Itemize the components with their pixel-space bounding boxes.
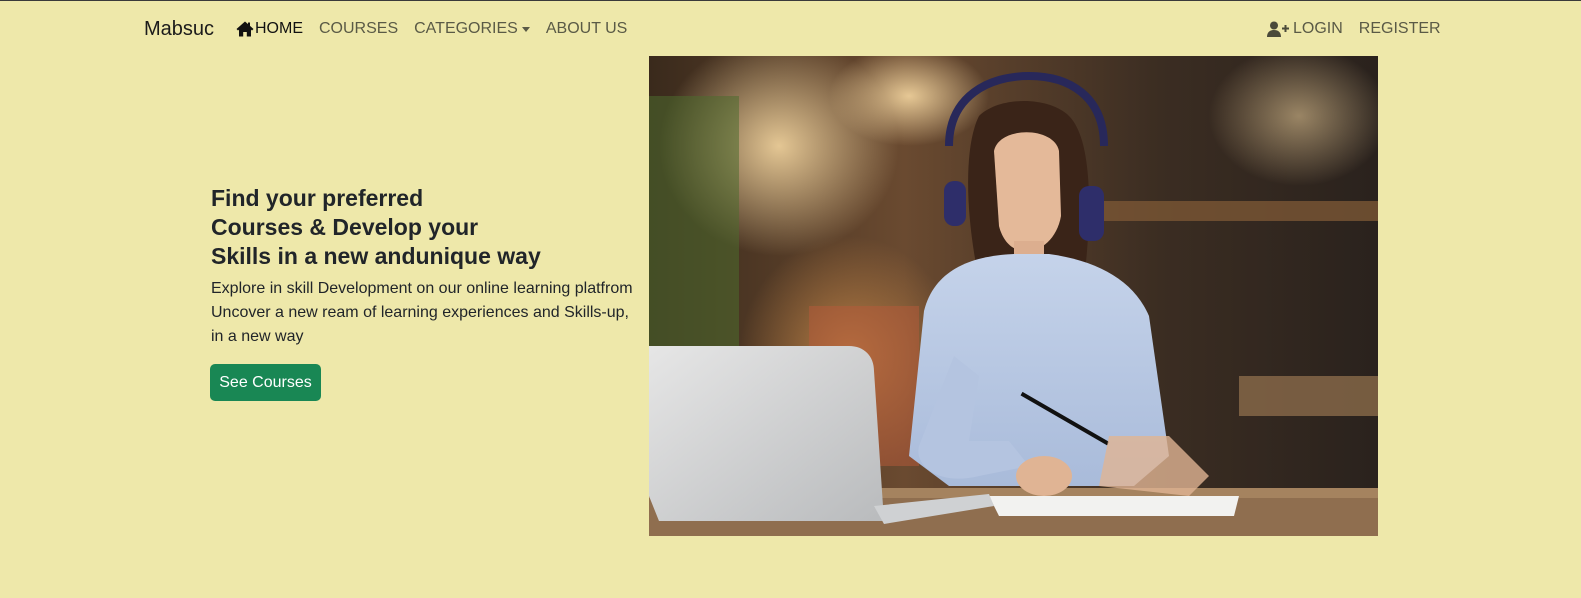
nav-register[interactable]: REGISTER <box>1359 20 1441 38</box>
hero-content: Find your preferred Courses & Develop yo… <box>211 184 641 349</box>
hero-headline-line-3: Skills in a new andunique way <box>211 243 541 269</box>
hero-image <box>649 56 1378 536</box>
caret-down-icon <box>521 26 530 32</box>
see-courses-button[interactable]: See Courses <box>210 364 321 401</box>
nav-menu: HOME COURSES CATEGORIES ABOUT US <box>236 20 643 38</box>
hero-headline: Find your preferred Courses & Develop yo… <box>211 184 641 271</box>
nav-courses[interactable]: COURSES <box>319 20 398 38</box>
hero-description-line-2: Uncover a new ream of learning experienc… <box>211 304 629 321</box>
student-with-laptop-photo <box>649 56 1378 536</box>
nav-about[interactable]: ABOUT US <box>546 20 628 38</box>
hero-description: Explore in skill Development on our onli… <box>211 277 641 349</box>
nav-categories-label: CATEGORIES <box>414 20 518 37</box>
navbar: Mabsuc HOME COURSES CATEGORIES ABOUT US … <box>0 1 1581 57</box>
user-plus-icon <box>1267 21 1289 37</box>
hero-description-line-3: in a new way <box>211 328 304 345</box>
hero-headline-line-2: Courses & Develop your <box>211 214 479 240</box>
nav-login[interactable]: LOGIN <box>1267 20 1343 38</box>
nav-home[interactable]: HOME <box>236 20 303 38</box>
nav-categories[interactable]: CATEGORIES <box>414 20 530 38</box>
brand-logo[interactable]: Mabsuc <box>144 18 214 41</box>
nav-auth: LOGIN REGISTER <box>1267 20 1457 38</box>
hero-headline-line-1: Find your preferred <box>211 185 424 211</box>
hero-description-line-1: Explore in skill Development on our onli… <box>211 280 633 297</box>
nav-home-label: HOME <box>255 20 303 37</box>
nav-login-label: LOGIN <box>1293 20 1343 37</box>
home-icon <box>236 21 254 37</box>
